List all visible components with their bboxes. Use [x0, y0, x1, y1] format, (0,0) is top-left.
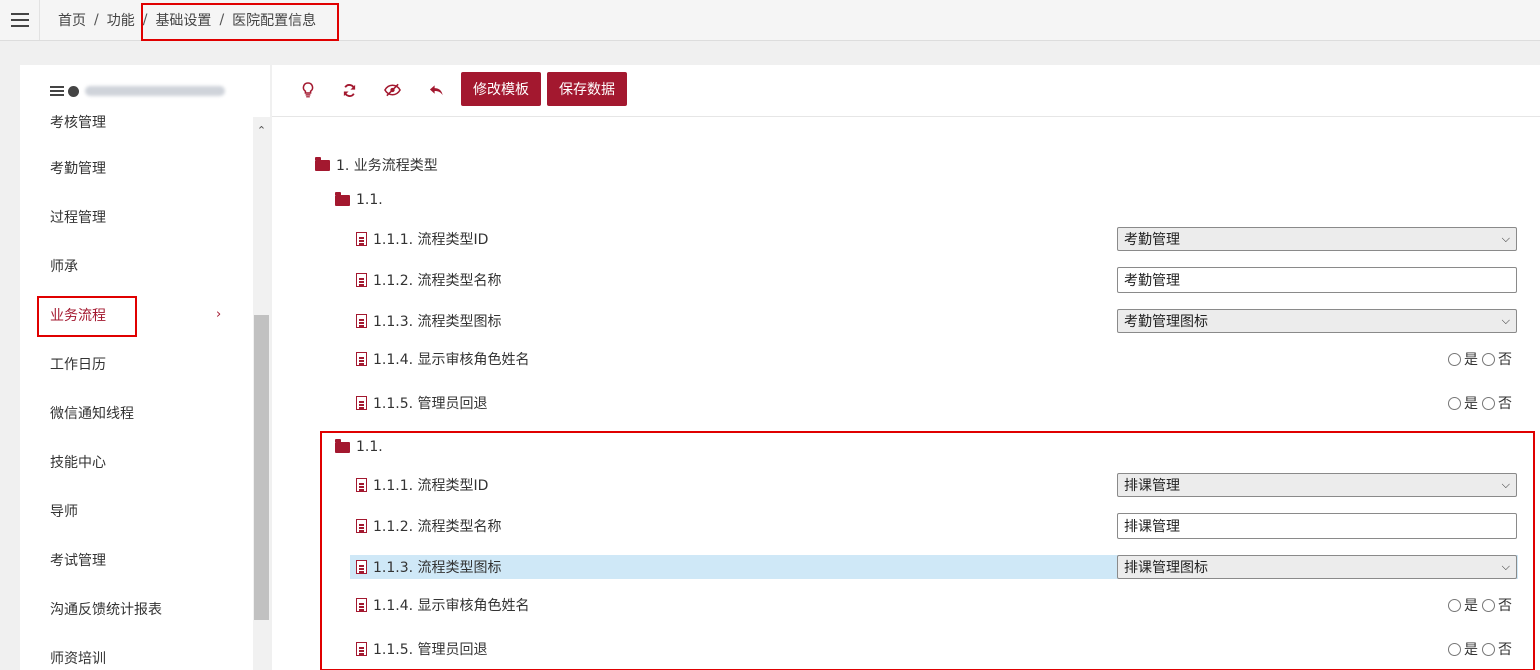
field-label: 1.1.4. 显示审核角色姓名 — [373, 352, 530, 368]
dot-icon — [68, 85, 79, 97]
edit-template-button[interactable]: 修改模板 — [461, 72, 541, 106]
menu-toggle-button[interactable] — [0, 0, 40, 40]
show-reviewer-radio-group: 是 否 — [1448, 347, 1516, 371]
sidebar-item-label: 师承 — [50, 259, 78, 275]
breadcrumb-function[interactable]: 功能 — [107, 10, 135, 30]
sidebar-item-attendance[interactable]: 考勤管理 — [20, 153, 253, 183]
highlight-box-breadcrumb — [141, 3, 339, 41]
document-icon — [356, 396, 367, 410]
sidebar-item-process[interactable]: 过程管理 — [20, 202, 253, 232]
chevron-down-icon: ⌵ — [1501, 232, 1510, 245]
scrollbar-thumb[interactable] — [254, 315, 269, 620]
sidebar-item-label: 考试管理 — [50, 553, 106, 569]
main-panel: 修改模板 保存数据 1. 业务流程类型 1.1. 1.1.1. 流程类型ID 考… — [272, 65, 1540, 670]
sidebar-item-tutor[interactable]: 导师 — [20, 496, 253, 526]
highlight-box-group — [320, 431, 1535, 670]
breadcrumb-home[interactable]: 首页 — [58, 10, 86, 30]
sidebar-item-mentorship[interactable]: 师承 — [20, 251, 253, 281]
process-type-id-select[interactable]: 考勤管理 ⌵ — [1117, 227, 1517, 251]
input-value: 考勤管理 — [1124, 273, 1180, 289]
chevron-down-icon: ⌵ — [1501, 314, 1510, 327]
tree-leaf-node[interactable]: 1.1.5. 管理员回退 — [356, 391, 488, 415]
sidebar-item-wechat[interactable]: 微信通知线程 — [20, 398, 253, 428]
tree-leaf-node[interactable]: 1.1.1. 流程类型ID — [356, 227, 488, 251]
folder-open-icon — [315, 156, 330, 171]
radio-yes-label: 是 — [1464, 396, 1478, 412]
sidebar-item-label: 工作日历 — [50, 357, 106, 373]
undo-icon[interactable] — [419, 75, 453, 105]
radio-yes[interactable] — [1448, 352, 1461, 366]
field-label: 1.1.1. 流程类型ID — [373, 232, 489, 248]
radio-no[interactable] — [1482, 396, 1495, 410]
sidebar-item-label: 技能中心 — [50, 455, 106, 471]
tree-leaf-node[interactable]: 1.1.3. 流程类型图标 — [356, 309, 502, 333]
select-value: 考勤管理 — [1124, 232, 1180, 248]
sidebar-item-teacher-training[interactable]: 师资培训 — [20, 643, 253, 670]
sidebar-item-label: 沟通反馈统计报表 — [50, 602, 162, 618]
field-label: 1.1.2. 流程类型名称 — [373, 273, 502, 289]
sidebar-item-assessment[interactable]: 考核管理 — [20, 107, 253, 137]
radio-no-label: 否 — [1498, 352, 1512, 368]
eye-slash-icon[interactable] — [375, 75, 409, 105]
hamburger-icon — [10, 13, 29, 27]
tree-root-node[interactable]: 1. 业务流程类型 — [315, 153, 438, 177]
blurred-hospital-name — [85, 86, 225, 96]
radio-no-label: 否 — [1498, 396, 1512, 412]
highlight-box-sidebar — [37, 296, 137, 337]
chevron-up-icon[interactable]: ⌃ — [253, 123, 270, 137]
document-icon — [356, 273, 367, 287]
field-label: 1.1.5. 管理员回退 — [373, 396, 488, 412]
tree-node-label: 1.1. — [356, 192, 383, 208]
sidebar-item-label: 导师 — [50, 504, 78, 520]
sidebar-item-exam[interactable]: 考试管理 — [20, 545, 253, 575]
sidebar-item-label: 过程管理 — [50, 210, 106, 226]
process-type-name-input[interactable]: 考勤管理 — [1117, 267, 1517, 293]
sidebar-item-label: 师资培训 — [50, 651, 106, 667]
select-value: 考勤管理图标 — [1124, 314, 1208, 330]
admin-rollback-radio-group: 是 否 — [1448, 391, 1516, 415]
tree-leaf-node[interactable]: 1.1.2. 流程类型名称 — [356, 268, 502, 292]
document-icon — [356, 352, 367, 366]
lightbulb-icon[interactable] — [291, 75, 325, 105]
sidebar-item-label: 微信通知线程 — [50, 406, 134, 422]
sidebar: 考核管理 考勤管理 过程管理 师承 业务流程 › 工作日历 微信通知线程 技能中… — [20, 65, 270, 670]
radio-no[interactable] — [1482, 352, 1495, 366]
field-label: 1.1.3. 流程类型图标 — [373, 314, 502, 330]
document-icon — [356, 232, 367, 246]
document-icon — [356, 314, 367, 328]
tree-group-node[interactable]: 1.1. — [335, 188, 383, 212]
breadcrumb-separator: / — [94, 12, 99, 28]
sidebar-item-feedback-report[interactable]: 沟通反馈统计报表 — [20, 594, 253, 624]
sidebar-item-label: 考勤管理 — [50, 161, 106, 177]
toolbar: 修改模板 保存数据 — [272, 65, 1540, 117]
config-tree: 1. 业务流程类型 1.1. 1.1.1. 流程类型ID 考勤管理 ⌵ 1.1.… — [272, 117, 1540, 670]
sidebar-item-skills[interactable]: 技能中心 — [20, 447, 253, 477]
sidebar-item-calendar[interactable]: 工作日历 — [20, 349, 253, 379]
radio-yes-label: 是 — [1464, 352, 1478, 368]
sidebar-scrollbar[interactable]: ⌃ — [253, 117, 270, 670]
tree-node-label: 1. 业务流程类型 — [336, 158, 438, 174]
radio-yes[interactable] — [1448, 396, 1461, 410]
refresh-icon[interactable] — [332, 75, 366, 105]
list-icon — [50, 86, 64, 96]
save-data-button[interactable]: 保存数据 — [547, 72, 627, 106]
top-bar: 首页 / 功能 / 基础设置 / 医院配置信息 — [0, 0, 1540, 41]
tree-leaf-node[interactable]: 1.1.4. 显示审核角色姓名 — [356, 347, 530, 371]
process-type-icon-select[interactable]: 考勤管理图标 ⌵ — [1117, 309, 1517, 333]
folder-open-icon — [335, 191, 350, 206]
sidebar-item-label: 考核管理 — [50, 115, 106, 131]
chevron-right-icon: › — [216, 307, 222, 322]
